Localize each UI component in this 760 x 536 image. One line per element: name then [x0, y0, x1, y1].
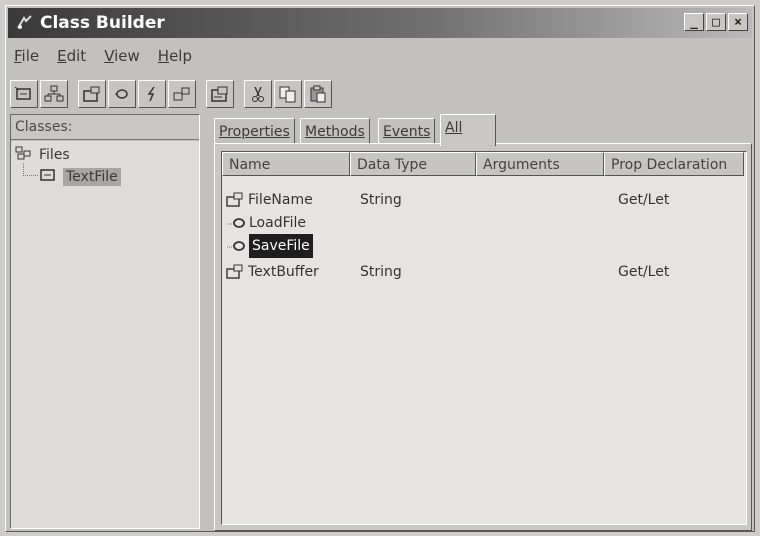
add-event-button[interactable] [138, 80, 166, 108]
tab-all[interactable]: All [440, 114, 496, 146]
classes-pane: Classes: Files TextFile [10, 114, 200, 529]
scissors-icon [252, 86, 264, 102]
tree-item-label: TextFile [63, 168, 121, 186]
menu-view[interactable]: View [104, 47, 140, 65]
class-icon [14, 86, 31, 100]
class-builder-app-icon [16, 14, 34, 32]
project-icon [15, 145, 33, 165]
paste-button[interactable] [304, 80, 332, 108]
minimize-icon: _ [690, 14, 698, 30]
column-header-prop-declaration[interactable]: Prop Declaration [604, 152, 744, 176]
list-row-filename[interactable]: FileName String Get/Let [222, 188, 746, 212]
row-name: SaveFile [249, 234, 313, 258]
close-icon: × [734, 14, 742, 30]
maximize-icon: □ [712, 14, 720, 30]
window-title: Class Builder [40, 13, 165, 33]
property-icon [83, 86, 100, 102]
paste-icon [310, 85, 326, 103]
row-name: FileName [248, 192, 313, 208]
row-prop-declaration: Get/Let [618, 192, 670, 208]
properties-icon [211, 86, 228, 102]
row-data-type: String [360, 192, 402, 208]
members-list[interactable]: Name Data Type Arguments Prop Declaratio… [221, 151, 747, 525]
property-icon [226, 192, 243, 207]
column-header-name[interactable]: Name [222, 152, 350, 176]
method-icon [227, 241, 245, 251]
close-button[interactable]: × [728, 13, 748, 31]
minimize-button[interactable]: _ [684, 13, 704, 31]
enum-icon [173, 87, 190, 101]
classes-tree[interactable]: Files TextFile [11, 141, 199, 528]
name-cell: SaveFile [226, 234, 313, 258]
column-header-data-type[interactable]: Data Type [350, 152, 476, 176]
copy-button[interactable] [274, 80, 302, 108]
method-icon [227, 218, 245, 228]
tree-item-label: Files [39, 147, 70, 163]
row-name: LoadFile [249, 215, 307, 231]
list-row-textbuffer[interactable]: TextBuffer String Get/Let [222, 260, 746, 284]
cut-button[interactable] [244, 80, 272, 108]
column-header-arguments[interactable]: Arguments [476, 152, 604, 176]
maximize-button[interactable]: □ [706, 13, 726, 31]
property-icon [226, 264, 243, 279]
method-icon [115, 89, 128, 99]
menu-edit[interactable]: Edit [57, 47, 86, 65]
row-data-type: String [360, 264, 402, 280]
list-row-savefile[interactable]: SaveFile [222, 234, 746, 258]
add-property-button[interactable] [78, 80, 106, 108]
tree-connector [23, 163, 38, 176]
row-name: TextBuffer [248, 264, 319, 280]
class-icon [39, 167, 57, 187]
add-enum-button[interactable] [168, 80, 196, 108]
properties-button[interactable] [206, 80, 234, 108]
add-collection-button[interactable] [40, 80, 68, 108]
tab-methods[interactable]: Methods [300, 118, 370, 144]
tab-label: Methods [305, 124, 365, 140]
name-cell: FileName [226, 188, 313, 212]
add-method-button[interactable] [108, 80, 136, 108]
title-bar[interactable]: Class Builder _ □ × [8, 8, 752, 38]
list-row-loadfile[interactable]: LoadFile [222, 211, 746, 235]
tab-label: Events [383, 124, 431, 140]
tree-item-files[interactable]: Files [15, 145, 70, 165]
toolbar [10, 76, 334, 112]
collection-icon [44, 85, 64, 102]
class-builder-window: Class Builder _ □ × File Edit View Help [5, 5, 755, 532]
tab-events[interactable]: Events [378, 118, 436, 144]
name-cell: LoadFile [226, 211, 306, 235]
window-controls: _ □ × [684, 13, 748, 31]
tree-item-textfile[interactable]: TextFile [39, 167, 121, 187]
copy-icon [279, 86, 296, 103]
tab-panel-all: Name Data Type Arguments Prop Declaratio… [214, 143, 752, 531]
add-class-button[interactable] [10, 80, 38, 108]
tab-label: Properties [219, 124, 290, 140]
menu-file[interactable]: File [14, 47, 39, 65]
menu-help[interactable]: Help [158, 47, 192, 65]
row-prop-declaration: Get/Let [618, 264, 670, 280]
classes-header: Classes: [11, 115, 199, 140]
event-icon [147, 86, 155, 102]
menu-bar: File Edit View Help [10, 43, 206, 69]
tab-label: All [445, 120, 463, 136]
tab-properties[interactable]: Properties [214, 118, 295, 144]
name-cell: TextBuffer [226, 260, 319, 284]
